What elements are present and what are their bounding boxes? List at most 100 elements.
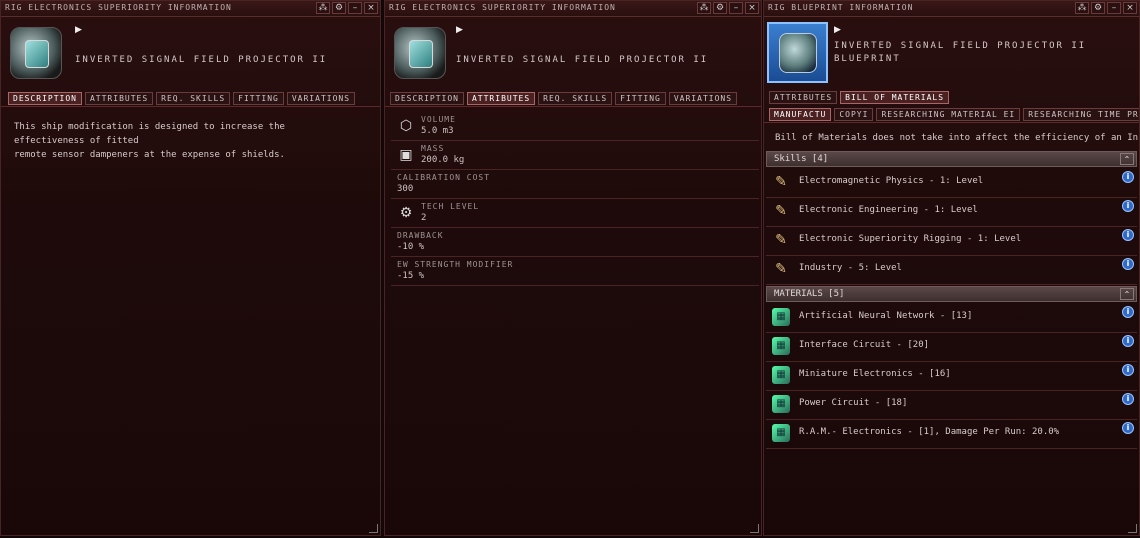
info-icon[interactable]: i (1122, 335, 1134, 347)
materials-section-header[interactable]: MATERIALS [5] ⌃ (766, 286, 1137, 302)
attribute-label: TECH LEVEL (421, 202, 480, 211)
material-text: Power Circuit - [18] (799, 398, 908, 408)
tab-fitting[interactable]: FITTING (233, 92, 284, 105)
collapse-icon[interactable]: ⌃ (1120, 288, 1134, 300)
tab-bill-of-materials[interactable]: BILL OF MATERIALS (840, 91, 950, 104)
description-line: This ship modification is designed to in… (14, 122, 285, 146)
pin-icon[interactable]: ⁂ (1075, 2, 1089, 14)
window-title: RIG ELECTRONICS SUPERIORITY INFORMATION (5, 3, 232, 12)
activity-tabs: MANUFACTU COPYI RESEARCHING MATERIAL EI … (769, 108, 1139, 121)
tab-attributes[interactable]: ATTRIBUTES (466, 92, 536, 105)
tab-researching-material[interactable]: RESEARCHING MATERIAL EI (876, 108, 1021, 121)
attribute-value: 300 (397, 184, 414, 194)
tab-fitting[interactable]: FITTING (615, 92, 666, 105)
material-icon: ▦ (772, 424, 790, 442)
pin-icon[interactable]: ⁂ (697, 2, 711, 14)
attribute-value: -10 % (397, 242, 425, 252)
info-tabs: DESCRIPTION ATTRIBUTES REQ. SKILLS FITTI… (390, 92, 738, 105)
item-header: ▶ INVERTED SIGNAL FIELD PROJECTOR II BLU… (764, 17, 1139, 91)
skill-text: Electronic Superiority Rigging - 1: Leve… (799, 234, 1022, 244)
item-icon[interactable] (394, 27, 446, 79)
divider (764, 122, 1139, 123)
skill-text: Industry - 5: Level (799, 263, 902, 273)
pin-icon[interactable]: ⁂ (316, 2, 330, 14)
material-row[interactable]: ▦ Artificial Neural Network - [13] i (766, 303, 1137, 333)
attribute-label: VOLUME (421, 115, 456, 124)
material-text: R.A.M.- Electronics - [1], Damage Per Ru… (799, 427, 1060, 437)
item-name: INVERTED SIGNAL FIELD PROJECTOR II (456, 55, 709, 65)
attribute-row-volume: ⬡ VOLUME 5.0 m3 (391, 112, 759, 141)
tab-copying[interactable]: COPYI (834, 108, 874, 121)
collapse-icon[interactable]: ⌃ (1120, 153, 1134, 165)
play-icon[interactable]: ▶ (834, 25, 841, 35)
attribute-row-calibration: CALIBRATION COST 300 (391, 170, 759, 199)
material-row[interactable]: ▦ R.A.M.- Electronics - [1], Damage Per … (766, 419, 1137, 449)
tab-variations[interactable]: VARIATIONS (286, 92, 356, 105)
skill-row[interactable]: ✎ Industry - 5: Level i (766, 255, 1137, 285)
tab-attributes[interactable]: ATTRIBUTES (84, 92, 154, 105)
window-titlebar[interactable]: RIG BLUEPRINT INFORMATION ⁂ ⚙ – × (764, 1, 1139, 17)
attribute-value: -15 % (397, 271, 425, 281)
skill-row[interactable]: ✎ Electronic Engineering - 1: Level i (766, 197, 1137, 227)
info-tabs: DESCRIPTION ATTRIBUTES REQ. SKILLS FITTI… (8, 92, 356, 105)
settings-icon[interactable]: ⚙ (332, 2, 346, 14)
item-icon[interactable] (10, 27, 62, 79)
attribute-label: MASS (421, 144, 445, 153)
info-icon[interactable]: i (1122, 306, 1134, 318)
material-text: Artificial Neural Network - [13] (799, 311, 973, 321)
resize-handle[interactable] (1128, 524, 1137, 533)
attribute-value: 5.0 m3 (421, 126, 454, 136)
description-line: remote sensor dampeners at the expense o… (14, 150, 285, 160)
info-icon[interactable]: i (1122, 200, 1134, 212)
tab-attributes[interactable]: ATTRIBUTES (769, 91, 838, 104)
play-icon[interactable]: ▶ (75, 25, 82, 35)
attribute-row-ew-strength: EW STRENGTH MODIFIER -15 % (391, 257, 759, 286)
tab-req-skills[interactable]: REQ. SKILLS (156, 92, 231, 105)
close-button[interactable]: × (364, 2, 378, 14)
material-icon: ▦ (772, 395, 790, 413)
tab-manufacturing[interactable]: MANUFACTU (769, 108, 832, 121)
material-row[interactable]: ▦ Interface Circuit - [20] i (766, 332, 1137, 362)
skills-section-header[interactable]: Skills [4] ⌃ (766, 151, 1137, 167)
skill-row[interactable]: ✎ Electromagnetic Physics - 1: Level i (766, 168, 1137, 198)
attribute-row-drawback: DRAWBACK -10 % (391, 228, 759, 257)
minimize-button[interactable]: – (729, 2, 743, 14)
tab-variations[interactable]: VARIATIONS (668, 92, 738, 105)
attribute-row-mass: ▣ MASS 200.0 kg (391, 141, 759, 170)
item-header: ▶ INVERTED SIGNAL FIELD PROJECTOR II (1, 17, 380, 91)
material-row[interactable]: ▦ Power Circuit - [18] i (766, 390, 1137, 420)
info-icon[interactable]: i (1122, 258, 1134, 270)
attribute-value: 2 (421, 213, 427, 223)
blueprint-icon[interactable] (767, 22, 828, 83)
window-title: RIG ELECTRONICS SUPERIORITY INFORMATION (389, 3, 616, 12)
window-titlebar[interactable]: RIG ELECTRONICS SUPERIORITY INFORMATION … (1, 1, 380, 17)
minimize-button[interactable]: – (1107, 2, 1121, 14)
tab-researching-time[interactable]: RESEARCHING TIME PROD (1023, 108, 1139, 121)
close-button[interactable]: × (1123, 2, 1137, 14)
skill-book-icon: ✎ (775, 203, 787, 219)
material-row[interactable]: ▦ Miniature Electronics - [16] i (766, 361, 1137, 391)
skill-text: Electronic Engineering - 1: Level (799, 205, 978, 215)
description-info-window: RIG ELECTRONICS SUPERIORITY INFORMATION … (0, 0, 381, 536)
play-icon[interactable]: ▶ (456, 25, 463, 35)
tab-description[interactable]: DESCRIPTION (390, 92, 464, 105)
resize-handle[interactable] (369, 524, 378, 533)
minimize-button[interactable]: – (348, 2, 362, 14)
info-icon[interactable]: i (1122, 229, 1134, 241)
material-icon: ▦ (772, 308, 790, 326)
skill-row[interactable]: ✎ Electronic Superiority Rigging - 1: Le… (766, 226, 1137, 256)
settings-icon[interactable]: ⚙ (713, 2, 727, 14)
tab-req-skills[interactable]: REQ. SKILLS (538, 92, 613, 105)
settings-icon[interactable]: ⚙ (1091, 2, 1105, 14)
info-icon[interactable]: i (1122, 393, 1134, 405)
info-icon[interactable]: i (1122, 171, 1134, 183)
divider (1, 106, 380, 107)
close-button[interactable]: × (745, 2, 759, 14)
info-icon[interactable]: i (1122, 422, 1134, 434)
info-icon[interactable]: i (1122, 364, 1134, 376)
resize-handle[interactable] (750, 524, 759, 533)
material-text: Interface Circuit - [20] (799, 340, 930, 350)
tab-description[interactable]: DESCRIPTION (8, 92, 82, 105)
window-titlebar[interactable]: RIG ELECTRONICS SUPERIORITY INFORMATION … (385, 1, 761, 17)
material-icon: ▦ (772, 337, 790, 355)
